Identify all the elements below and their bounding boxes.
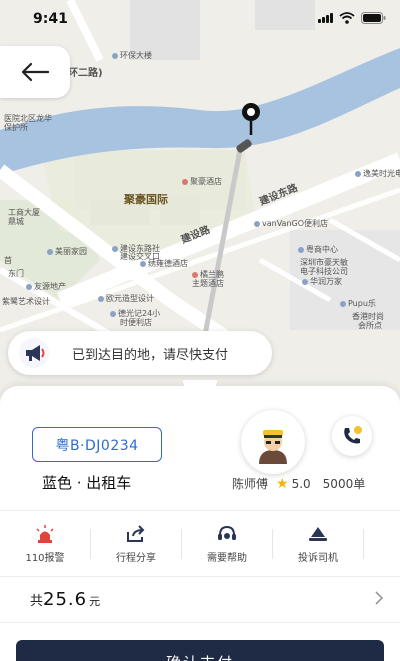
- call-driver-button[interactable]: [332, 416, 372, 456]
- divider: [0, 510, 400, 511]
- map-label: 鼎城: [8, 217, 24, 226]
- back-button[interactable]: [0, 46, 70, 98]
- map-label: 紫鹭艺术设计: [2, 297, 50, 306]
- map-label: 美丽家园: [47, 246, 87, 257]
- headset-icon: [218, 525, 236, 540]
- separator: [363, 529, 364, 559]
- map-label: 环保大楼: [112, 50, 152, 61]
- action-label: 110报警: [25, 552, 65, 564]
- map-label: 逸美时光电: [355, 168, 400, 179]
- map-label: 首: [4, 256, 12, 265]
- map-label: 聚豪国际: [124, 193, 168, 206]
- status-bar: 9:41: [0, 0, 400, 38]
- map-label: vanVanGO便利店: [254, 218, 328, 229]
- share-icon: [127, 524, 145, 542]
- status-time: 9:41: [33, 11, 68, 27]
- driver-avatar[interactable]: [241, 410, 305, 474]
- map-label: 友源地产: [26, 281, 66, 292]
- signal-icon: [318, 13, 333, 23]
- status-icons: [318, 12, 386, 24]
- star-icon: ★: [276, 475, 289, 492]
- driver-name: 陈师傅: [232, 477, 269, 491]
- megaphone-icon: [19, 338, 49, 368]
- vehicle-description: 蓝色 · 出租车: [42, 474, 132, 492]
- action-label: 行程分享: [116, 552, 156, 564]
- divider: [0, 622, 400, 623]
- fare-unit: 元: [89, 595, 101, 608]
- map-label: 华润万家: [302, 276, 342, 287]
- fare-prefix: 共: [30, 593, 44, 609]
- share-trip-button[interactable]: 行程分享: [91, 513, 181, 575]
- alarm-110-button[interactable]: 110报警: [0, 513, 90, 575]
- phone-icon: [344, 426, 362, 444]
- fare-amount: 25.6: [43, 588, 88, 610]
- driver-rating: 5.0: [291, 476, 311, 491]
- map-label: 环二路): [68, 68, 103, 79]
- wifi-icon: [339, 12, 355, 24]
- arrival-toast: 已到达目的地，请尽快支付: [8, 331, 272, 375]
- complain-driver-button[interactable]: 投诉司机: [273, 513, 363, 575]
- map-label: 聚豪酒店: [182, 176, 222, 187]
- map-label: 绣雍德酒店: [140, 258, 188, 269]
- driver-orders: 5000单: [322, 477, 366, 491]
- battery-icon: [361, 12, 386, 24]
- map-label: 粤商中心: [298, 244, 338, 255]
- need-help-button[interactable]: 需要帮助: [182, 513, 272, 575]
- map-label: 保护所: [4, 123, 28, 132]
- driver-avatar-icon: [259, 430, 287, 464]
- action-label: 需要帮助: [207, 552, 247, 564]
- driver-info: 陈师傅 ★ 5.0 5000单: [232, 475, 365, 492]
- action-label: 投诉司机: [298, 552, 338, 564]
- action-bar: 110报警 行程分享 需要帮助 投诉司机: [0, 513, 400, 575]
- map-label: 时便利店: [120, 318, 152, 327]
- sheet-notch: [183, 380, 217, 392]
- map-label: 欧元造型设计: [98, 293, 154, 304]
- license-plate: 粤B·DJ0234: [32, 427, 162, 462]
- map-label: Pupu乐: [340, 298, 376, 309]
- alarm-icon: [36, 524, 54, 543]
- confirm-pay-button[interactable]: 确认支付: [16, 640, 384, 661]
- complaint-icon: [309, 526, 327, 541]
- trip-summary-sheet: 粤B·DJ0234 蓝色 · 出租车 陈师傅 ★ 5.0 5000单 110报警…: [0, 380, 400, 661]
- map-label: 东门: [8, 269, 24, 278]
- chevron-right-icon: [375, 591, 384, 605]
- map-label: 会所点: [358, 321, 382, 330]
- destination-pin-icon: [239, 102, 263, 140]
- fare-row[interactable]: 共 25.6 元: [0, 578, 400, 620]
- arrival-message: 已到达目的地，请尽快支付: [72, 347, 229, 363]
- map-label: 主题酒店: [192, 279, 224, 288]
- back-arrow-icon: [21, 62, 50, 82]
- divider: [0, 576, 400, 577]
